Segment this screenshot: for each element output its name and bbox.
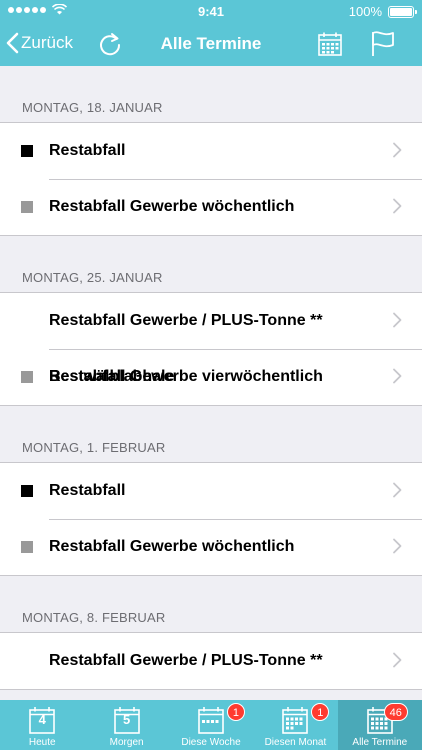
item-label: Restabfall Gewerbe / PLUS-Tonne ** (49, 652, 323, 669)
tab-label: Diesen Monat (264, 737, 327, 748)
item-label: Restabfall Gewerbe wöchentlich (49, 198, 295, 215)
color-swatch (21, 655, 33, 667)
color-swatch (21, 371, 33, 383)
section-header: MONTAG, 18. JANUAR (22, 100, 163, 115)
color-swatch (21, 315, 33, 327)
chevron-right-icon (393, 198, 402, 214)
chevron-right-icon (393, 312, 402, 328)
list-item[interactable]: Restabfall Gewerbe / PLUS-Tonne ** (0, 293, 422, 349)
tab-alle-termine[interactable]: 46 Alle Termine (337, 700, 422, 750)
status-right: 100% (348, 4, 417, 19)
tab-label: Alle Termine (352, 737, 408, 748)
chevron-left-icon (6, 32, 19, 54)
section-header: MONTAG, 25. JANUAR (22, 270, 163, 285)
refresh-icon[interactable] (96, 30, 124, 58)
chevron-right-icon (393, 482, 402, 498)
section-group: Restabfall Restabfall Gewerbe wöchentlic… (0, 462, 422, 576)
notification-badge: 1 (226, 703, 245, 721)
status-bar: 9:41 100% (0, 0, 422, 22)
tab-heute[interactable]: 4 Heute (0, 700, 84, 750)
item-label: Restabfall (49, 142, 126, 159)
calendar-month-icon (282, 707, 309, 734)
color-swatch (21, 201, 33, 213)
chevron-right-icon (393, 142, 402, 158)
list-item[interactable]: Restabfall Gewerbe wöchentlich (0, 179, 422, 235)
tab-bar: 4 Heute 5 Morgen 1 Diese Woche 1 Diesen … (0, 700, 422, 750)
battery-percent: 100% (348, 4, 382, 19)
back-label: Zurück (21, 33, 73, 52)
tab-label: Diese Woche (181, 737, 241, 748)
section-group: Restabfall Restabfall Gewerbe wöchentlic… (0, 122, 422, 236)
chevron-right-icon (393, 538, 402, 554)
section-group: Restabfall Gewerbe / PLUS-Tonne ** (0, 632, 422, 690)
item-label-overlap: Bestwälblabhale (49, 368, 175, 385)
list-item[interactable]: Restabfall (0, 463, 422, 519)
tab-label: Morgen (109, 737, 144, 748)
chevron-right-icon (393, 368, 402, 384)
navigation-bar: Zurück Alle Termine (0, 22, 422, 66)
list-item[interactable]: Restabfall Gewerbe wöchentlich (0, 519, 422, 575)
section-header: MONTAG, 1. FEBRUAR (22, 440, 166, 455)
list-item[interactable]: Restabfall (0, 123, 422, 179)
tab-morgen[interactable]: 5 Morgen (84, 700, 168, 750)
color-swatch (21, 541, 33, 553)
notification-badge: 1 (311, 703, 330, 721)
tab-diesen-monat[interactable]: 1 Diesen Monat (253, 700, 337, 750)
item-label: Restabfall Gewerbe / PLUS-Tonne ** (49, 312, 323, 329)
section-group: Restabfall Gewerbe / PLUS-Tonne ** Resta… (0, 292, 422, 406)
list-item[interactable]: Restabfall Gewerbe vierwöchentlich Bestw… (0, 349, 422, 405)
chevron-right-icon (393, 652, 402, 668)
tab-diese-woche[interactable]: 1 Diese Woche (169, 700, 253, 750)
color-swatch (21, 485, 33, 497)
item-label: Restabfall Gewerbe wöchentlich (49, 538, 295, 555)
back-button[interactable]: Zurück (6, 32, 73, 54)
notification-badge: 46 (383, 703, 408, 721)
calendar-grid-icon[interactable] (316, 30, 344, 58)
calendar-week-icon (198, 707, 224, 734)
tab-day-number: 5 (122, 712, 131, 727)
color-swatch (21, 145, 33, 157)
section-header: MONTAG, 8. FEBRUAR (22, 610, 166, 625)
tab-day-number: 4 (38, 712, 46, 727)
flag-icon[interactable] (368, 29, 398, 59)
battery-icon (388, 5, 417, 18)
list-item[interactable]: Restabfall Gewerbe / PLUS-Tonne ** (0, 633, 422, 689)
appointment-list[interactable]: MONTAG, 18. JANUAR Restabfall Restabfall… (0, 66, 422, 700)
item-label: Restabfall (49, 482, 126, 499)
tab-label: Heute (28, 737, 56, 748)
